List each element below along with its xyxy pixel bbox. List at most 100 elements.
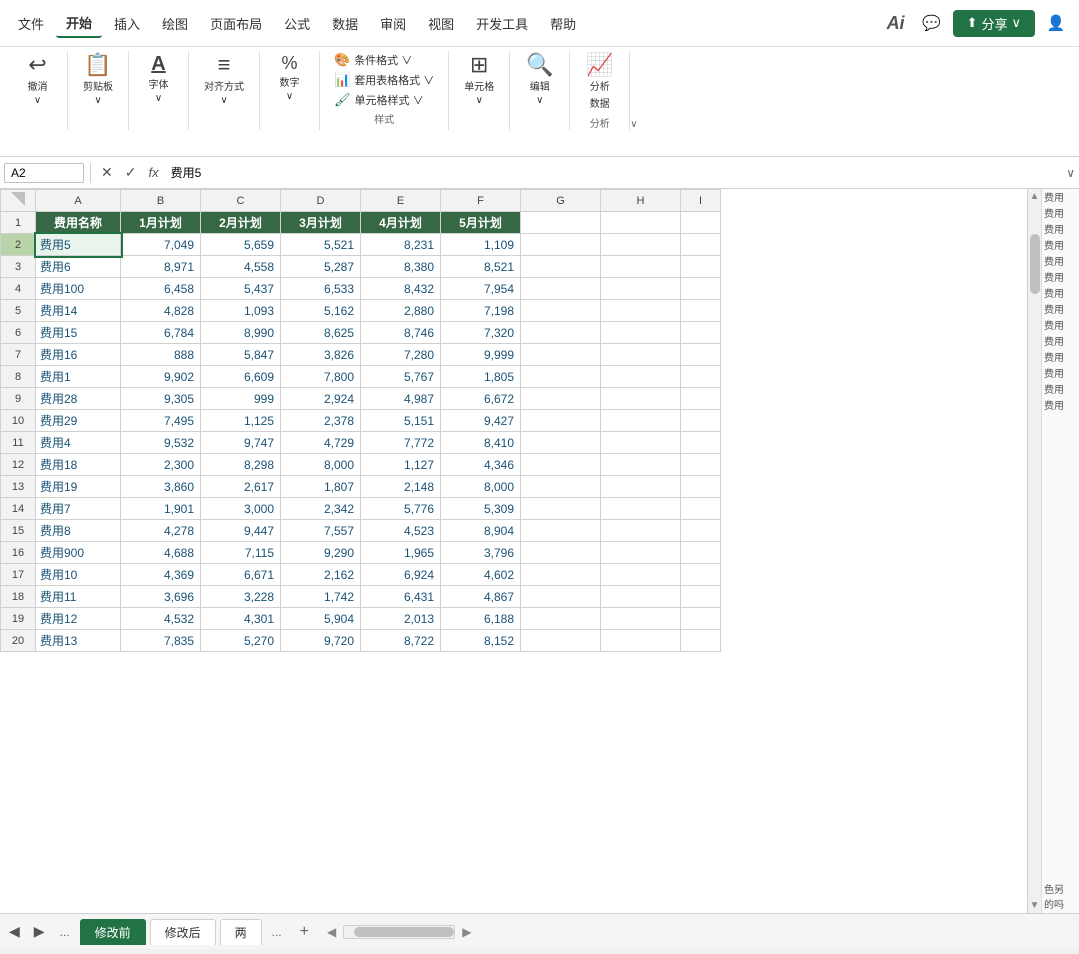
- cell-r16-c1[interactable]: 4,688: [121, 542, 201, 564]
- cell-r11-c5[interactable]: 8,410: [441, 432, 521, 454]
- cell-r8-c1[interactable]: 9,902: [121, 366, 201, 388]
- cell-r5-c5[interactable]: 7,198: [441, 300, 521, 322]
- cell-r19-c4[interactable]: 2,013: [361, 608, 441, 630]
- cell-r18-c5[interactable]: 4,867: [441, 586, 521, 608]
- cell-r17-c2[interactable]: 6,671: [201, 564, 281, 586]
- cell-r9-c4[interactable]: 4,987: [361, 388, 441, 410]
- cell-r6-c1[interactable]: 6,784: [121, 322, 201, 344]
- number-button[interactable]: % 数字 ∨: [272, 51, 308, 105]
- cell-r4-c1[interactable]: 6,458: [121, 278, 201, 300]
- row-num-8[interactable]: 8: [1, 366, 36, 388]
- scroll-thumb-h[interactable]: [354, 927, 454, 937]
- cell-r4-c2[interactable]: 5,437: [201, 278, 281, 300]
- cell-r8-c2[interactable]: 6,609: [201, 366, 281, 388]
- cell-r12-c0[interactable]: 费用18: [36, 454, 121, 476]
- row-num-13[interactable]: 13: [1, 476, 36, 498]
- row-num-6[interactable]: 6: [1, 322, 36, 344]
- add-sheet-button[interactable]: +: [292, 921, 317, 943]
- cell-r11-c4[interactable]: 7,772: [361, 432, 441, 454]
- cell-r9-c5[interactable]: 6,672: [441, 388, 521, 410]
- cell-r15-c3[interactable]: 7,557: [281, 520, 361, 542]
- col-header-F[interactable]: F: [441, 190, 521, 212]
- tab-more-dots[interactable]: ...: [266, 923, 288, 941]
- cell-r2-c2[interactable]: 5,659: [201, 234, 281, 256]
- cell-r15-c5[interactable]: 8,904: [441, 520, 521, 542]
- row-num-3[interactable]: 3: [1, 256, 36, 278]
- menu-page-layout[interactable]: 页面布局: [200, 10, 272, 37]
- row-num-4[interactable]: 4: [1, 278, 36, 300]
- cell-r9-c3[interactable]: 2,924: [281, 388, 361, 410]
- tab-both[interactable]: 两: [220, 919, 262, 945]
- col-header-C[interactable]: C: [201, 190, 281, 212]
- cell-r17-c4[interactable]: 6,924: [361, 564, 441, 586]
- row-num-9[interactable]: 9: [1, 388, 36, 410]
- row-num-5[interactable]: 5: [1, 300, 36, 322]
- row-num-10[interactable]: 10: [1, 410, 36, 432]
- table-format-button[interactable]: 📊 套用表格格式 ∨: [330, 71, 438, 89]
- cell-r10-c4[interactable]: 5,151: [361, 410, 441, 432]
- cell-r3-c5[interactable]: 8,521: [441, 256, 521, 278]
- cell-r5-c2[interactable]: 1,093: [201, 300, 281, 322]
- cell-r14-c4[interactable]: 5,776: [361, 498, 441, 520]
- cell-r20-c3[interactable]: 9,720: [281, 630, 361, 652]
- cell-r3-c2[interactable]: 4,558: [201, 256, 281, 278]
- cell-r13-c4[interactable]: 2,148: [361, 476, 441, 498]
- cell-r15-c1[interactable]: 4,278: [121, 520, 201, 542]
- cell-r15-c4[interactable]: 4,523: [361, 520, 441, 542]
- scroll-h-right[interactable]: ▶: [462, 925, 471, 939]
- alignment-button[interactable]: ≡ 对齐方式 ∨: [199, 51, 249, 109]
- clipboard-button[interactable]: 📋 剪贴板 ∨: [78, 51, 118, 109]
- menu-review[interactable]: 审阅: [370, 10, 416, 37]
- cell-r10-c1[interactable]: 7,495: [121, 410, 201, 432]
- row-num-14[interactable]: 14: [1, 498, 36, 520]
- cell-r14-c5[interactable]: 5,309: [441, 498, 521, 520]
- row-num-19[interactable]: 19: [1, 608, 36, 630]
- scroll-down-arrow[interactable]: ▼: [1028, 898, 1041, 913]
- cell-r11-c1[interactable]: 9,532: [121, 432, 201, 454]
- cell-r7-c1[interactable]: 888: [121, 344, 201, 366]
- row-num-15[interactable]: 15: [1, 520, 36, 542]
- cell-r17-c5[interactable]: 4,602: [441, 564, 521, 586]
- cell-r11-c0[interactable]: 费用4: [36, 432, 121, 454]
- cell-r5-c0[interactable]: 费用14: [36, 300, 121, 322]
- col-header-B[interactable]: B: [121, 190, 201, 212]
- cell-r10-c3[interactable]: 2,378: [281, 410, 361, 432]
- formula-input[interactable]: [167, 164, 1063, 182]
- cell-r11-c3[interactable]: 4,729: [281, 432, 361, 454]
- header-cell-0[interactable]: 费用名称: [36, 212, 121, 234]
- cell-r5-c3[interactable]: 5,162: [281, 300, 361, 322]
- cell-r6-c4[interactable]: 8,746: [361, 322, 441, 344]
- cell-r7-c3[interactable]: 3,826: [281, 344, 361, 366]
- cell-r11-c2[interactable]: 9,747: [201, 432, 281, 454]
- cell-r5-c1[interactable]: 4,828: [121, 300, 201, 322]
- cell-r16-c2[interactable]: 7,115: [201, 542, 281, 564]
- cell-r3-c3[interactable]: 5,287: [281, 256, 361, 278]
- cell-r2-c3[interactable]: 5,521: [281, 234, 361, 256]
- cells-button[interactable]: ⊞ 单元格 ∨: [459, 51, 499, 109]
- cell-r9-c1[interactable]: 9,305: [121, 388, 201, 410]
- cell-r18-c4[interactable]: 6,431: [361, 586, 441, 608]
- cell-r12-c3[interactable]: 8,000: [281, 454, 361, 476]
- row-num-16[interactable]: 16: [1, 542, 36, 564]
- horizontal-scrollbar[interactable]: [343, 925, 455, 939]
- cell-r12-c5[interactable]: 4,346: [441, 454, 521, 476]
- tab-nav-next[interactable]: ▶: [29, 921, 50, 942]
- cell-r4-c5[interactable]: 7,954: [441, 278, 521, 300]
- cell-r14-c1[interactable]: 1,901: [121, 498, 201, 520]
- menu-draw[interactable]: 绘图: [152, 10, 198, 37]
- formula-dropdown-icon[interactable]: ∨: [1066, 166, 1075, 180]
- cell-r20-c5[interactable]: 8,152: [441, 630, 521, 652]
- header-cell-5[interactable]: 5月计划: [441, 212, 521, 234]
- cell-r2-c1[interactable]: 7,049: [121, 234, 201, 256]
- menu-insert[interactable]: 插入: [104, 10, 150, 37]
- cancel-formula-icon[interactable]: ✕: [97, 162, 117, 183]
- header-cell-4[interactable]: 4月计划: [361, 212, 441, 234]
- cell-r19-c5[interactable]: 6,188: [441, 608, 521, 630]
- cell-r3-c4[interactable]: 8,380: [361, 256, 441, 278]
- ribbon-expand-button[interactable]: ∨: [630, 119, 637, 130]
- menu-formula[interactable]: 公式: [274, 10, 320, 37]
- cell-r18-c1[interactable]: 3,696: [121, 586, 201, 608]
- row-num-18[interactable]: 18: [1, 586, 36, 608]
- menu-help[interactable]: 帮助: [540, 10, 586, 37]
- cell-r6-c2[interactable]: 8,990: [201, 322, 281, 344]
